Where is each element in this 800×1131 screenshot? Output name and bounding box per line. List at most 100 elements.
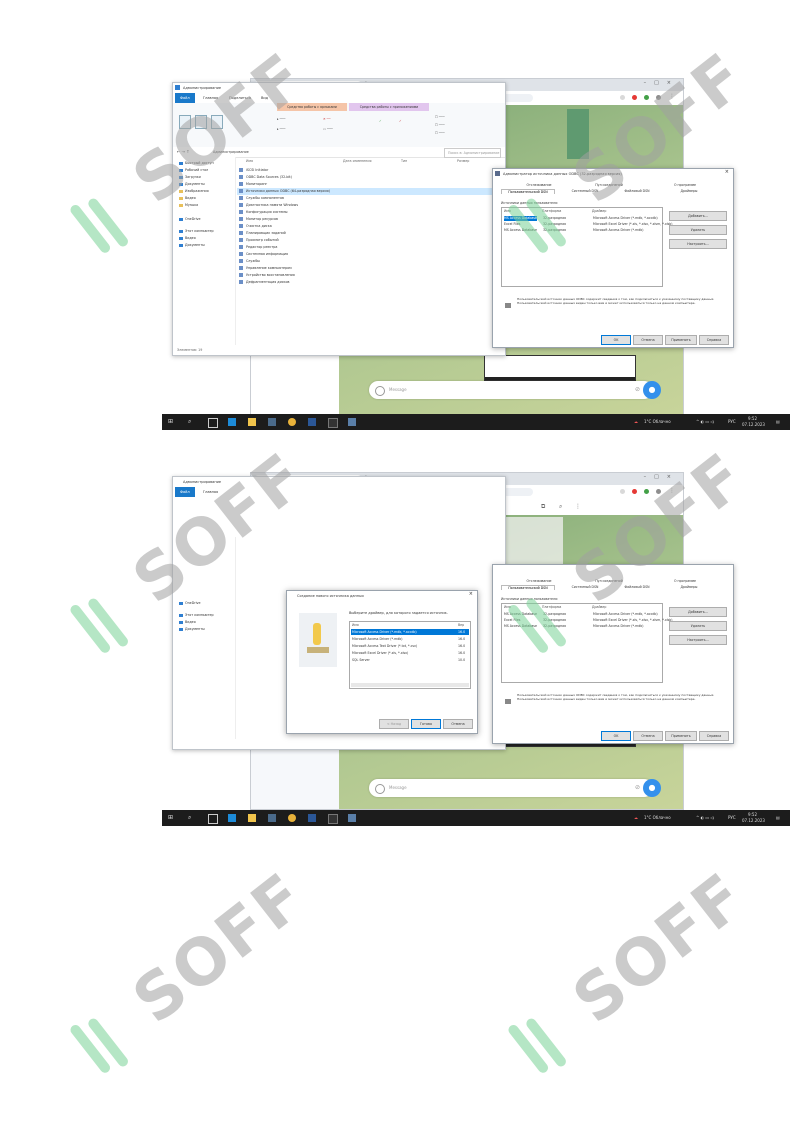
list-item[interactable]: Службы (237, 258, 505, 265)
remove-button[interactable]: Удалить (669, 225, 727, 235)
finish-button[interactable]: Готово (411, 719, 441, 729)
app-icon[interactable] (348, 418, 356, 426)
task-view-icon[interactable] (208, 814, 218, 824)
store-icon[interactable] (268, 418, 276, 426)
tab-user-dsn[interactable]: Пользовательский DSN (501, 585, 555, 590)
list-item[interactable]: Монитор ресурсов (237, 216, 505, 223)
list-item[interactable]: Microsoft Access Driver (*.mdb, *.accdb)… (351, 629, 469, 635)
clock-date[interactable]: 07.12.2023 (742, 813, 765, 827)
nav-item-pc-video[interactable]: Видео (179, 620, 196, 624)
back-button[interactable]: < Назад (379, 719, 409, 729)
driver-list[interactable]: Имя Вер Microsoft Access Driver (*.mdb, … (349, 621, 471, 689)
start-icon[interactable]: ⊞ (168, 810, 173, 826)
task-view-icon[interactable] (208, 418, 218, 428)
cancel-button[interactable]: Отмена (633, 335, 663, 345)
list-item[interactable]: Системная информация (237, 251, 505, 258)
tab-about[interactable]: О программе (665, 183, 705, 187)
nav-item-pc-documents[interactable]: Документы (179, 243, 205, 247)
search-icon[interactable]: ⌕ (188, 810, 191, 826)
column-header-name[interactable]: Имя (246, 159, 253, 163)
horizontal-scrollbar[interactable] (351, 683, 469, 687)
chrome-icon[interactable] (288, 814, 296, 822)
new-folder-icon[interactable]: ✓ (379, 119, 382, 123)
weather-text[interactable]: 1°C Облачно (644, 810, 671, 826)
word-icon[interactable] (308, 418, 316, 426)
list-item[interactable]: Службы компонентов (237, 195, 505, 202)
invert-selection-icon[interactable]: ☐ ─── (435, 131, 445, 135)
list-item[interactable]: Управление компьютером (237, 265, 505, 272)
language-indicator[interactable]: РУС (728, 810, 736, 826)
nav-item-this-pc[interactable]: Этот компьютер (179, 229, 214, 233)
search-icon[interactable]: ⌕ (559, 503, 562, 511)
nav-item-onedrive[interactable]: OneDrive (179, 217, 201, 221)
tray-icons[interactable]: ^ ◐ ▭ ◁ᵢ (696, 810, 714, 826)
pin-list-icon[interactable]: ⧉ (541, 503, 545, 511)
edge-icon[interactable] (228, 814, 236, 822)
search-icon[interactable]: ⌕ (188, 414, 191, 430)
list-item[interactable]: iSCSI Initiator (237, 167, 505, 174)
notification-icon[interactable]: ▤ (776, 810, 780, 826)
cancel-button[interactable]: Отмена (443, 719, 473, 729)
list-item[interactable]: Microsoft Excel Driver (*.xls, *.xlsx) 16… (351, 650, 469, 656)
delete-icon[interactable]: ✕ ── (323, 117, 331, 121)
close-icon[interactable]: × (469, 591, 473, 597)
emoji-icon[interactable] (375, 386, 385, 396)
list-item[interactable]: Дефрагментация дисков (237, 279, 505, 286)
list-item[interactable]: Microsoft Access Text Driver (*.txt, *.c… (351, 643, 469, 649)
edge-icon[interactable] (228, 418, 236, 426)
extension-icon[interactable] (632, 489, 637, 494)
list-item[interactable]: Источники данных ODBC (64-разрядная верс… (237, 188, 505, 195)
attach-icon[interactable]: ⊘ (635, 386, 640, 393)
list-item[interactable]: Просмотр событий (237, 237, 505, 244)
word-icon[interactable] (308, 814, 316, 822)
list-item[interactable]: Конфигурация системы (237, 209, 505, 216)
nav-item-this-pc[interactable]: Этот компьютер (179, 613, 214, 617)
voice-button[interactable]: ● (643, 779, 661, 797)
column-header-size[interactable]: Размер (457, 159, 469, 163)
select-all-icon[interactable]: ☐ ─── (435, 115, 445, 119)
ok-button[interactable]: OK (601, 335, 631, 345)
nav-item-pc-video[interactable]: Видео (179, 236, 196, 240)
list-item[interactable]: Мониторинг (237, 181, 505, 188)
list-item[interactable]: SQL Server 10.0 (351, 657, 469, 663)
nav-item-pc-documents[interactable]: Документы (179, 627, 205, 631)
ribbon-tab-file[interactable]: Файл (175, 487, 195, 497)
cancel-button[interactable]: Отмена (633, 731, 663, 741)
apply-button[interactable]: Применить (665, 731, 697, 741)
clock-date[interactable]: 07.12.2023 (742, 417, 765, 431)
context-tab-app[interactable]: Средства работы с приложениями (349, 103, 429, 111)
start-icon[interactable]: ⊞ (168, 414, 173, 430)
help-button[interactable]: Справка (699, 731, 729, 741)
notification-icon[interactable]: ▤ (776, 414, 780, 430)
app-icon[interactable] (348, 814, 356, 822)
tab-drivers[interactable]: Драйверы (669, 585, 709, 589)
share-icon[interactable] (620, 489, 625, 494)
list-item[interactable]: Планировщик заданий (237, 230, 505, 237)
terminal-icon[interactable] (328, 418, 338, 428)
rename-icon[interactable]: ▭ ─── (323, 127, 333, 131)
store-icon[interactable] (268, 814, 276, 822)
list-item[interactable]: Очистка диска (237, 223, 505, 230)
weather-text[interactable]: 1°C Облачно (644, 414, 671, 430)
ribbon-tab-file[interactable]: Файл (175, 93, 195, 103)
close-icon[interactable]: × (725, 169, 729, 175)
voice-button[interactable]: ● (643, 381, 661, 399)
tray-icons[interactable]: ^ ◐ ▭ ◁ᵢ (696, 414, 714, 430)
message-input[interactable]: Message (369, 381, 653, 399)
add-button[interactable]: Добавить... (669, 211, 727, 221)
list-item[interactable]: ODBC Data Sources (32-bit) (237, 174, 505, 181)
list-item[interactable]: Диагностика памяти Windows (237, 202, 505, 209)
terminal-icon[interactable] (328, 814, 338, 824)
share-icon[interactable] (620, 95, 625, 100)
column-header-type[interactable]: Тип (401, 159, 407, 163)
tab-about[interactable]: О программе (665, 579, 705, 583)
explorer-icon[interactable] (248, 814, 256, 822)
attach-icon[interactable]: ⊘ (635, 784, 640, 791)
help-button[interactable]: Справка (699, 335, 729, 345)
configure-button[interactable]: Настроить... (669, 635, 727, 645)
column-header-date[interactable]: Дата изменения (343, 159, 371, 163)
language-indicator[interactable]: РУС (728, 414, 736, 430)
list-item[interactable]: Устройство восстановления (237, 272, 505, 279)
chrome-icon[interactable] (288, 418, 296, 426)
emoji-icon[interactable] (375, 784, 385, 794)
